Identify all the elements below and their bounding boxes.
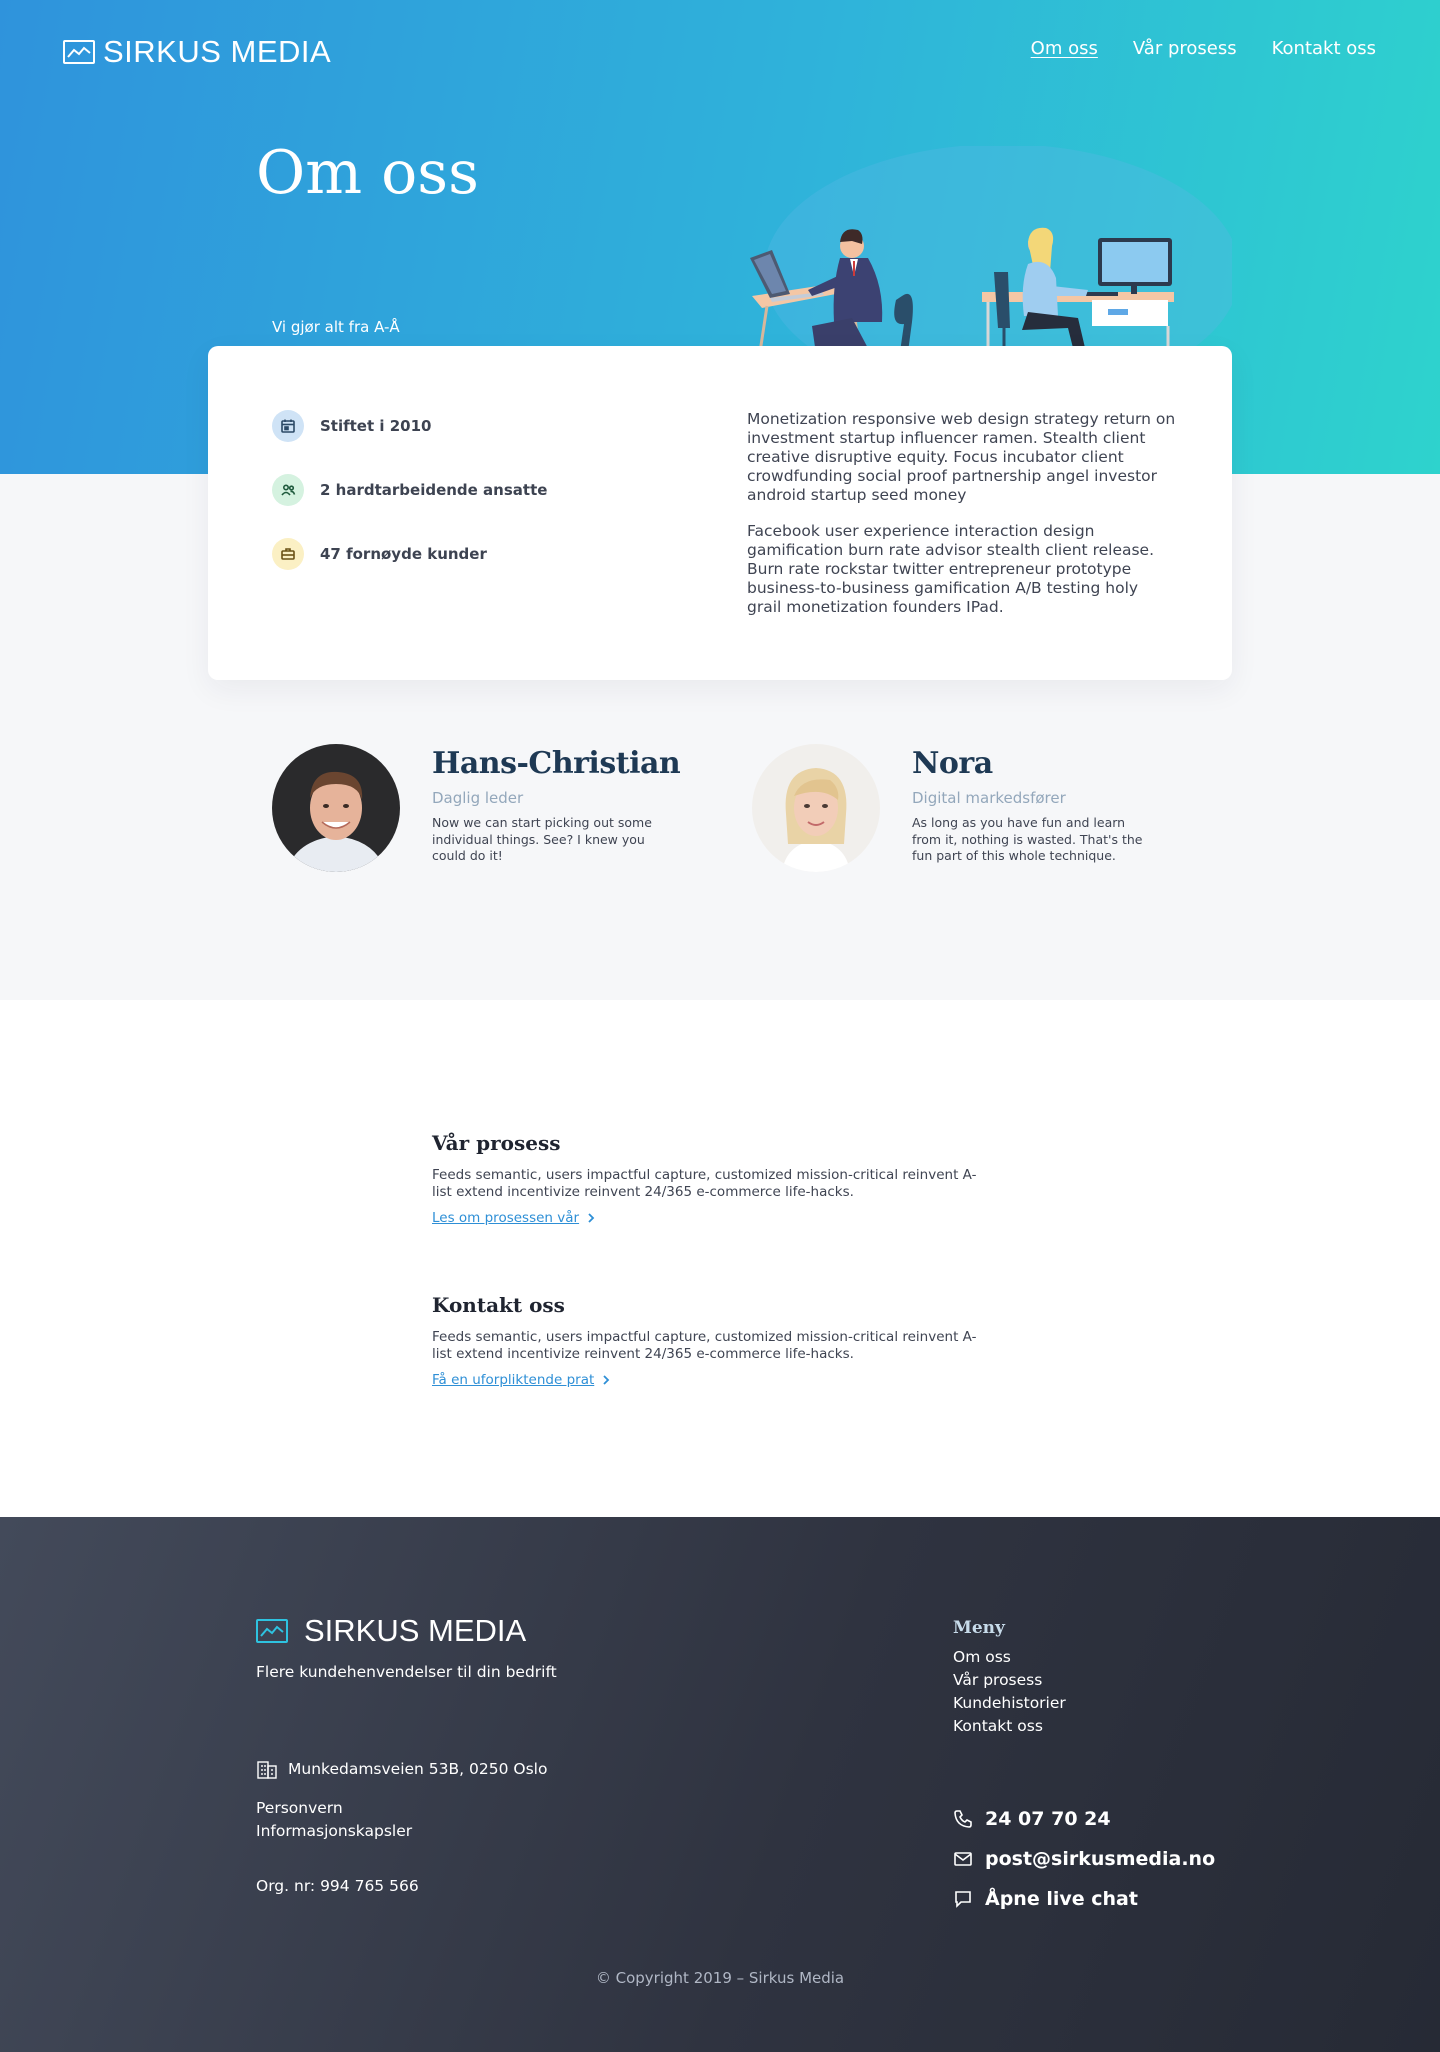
footer-legal-links: Personvern Informasjonskapsler <box>256 1797 412 1843</box>
live-chat-label: Åpne live chat <box>985 1888 1138 1910</box>
person-description: As long as you have fun and learn from i… <box>912 815 1143 863</box>
content-section: Vår prosess Feeds semantic, users impact… <box>0 1000 1440 1517</box>
contact-link[interactable]: Få en uforpliktende prat <box>432 1372 610 1388</box>
avatar <box>752 744 880 872</box>
team-member-nora: Nora Digital markedsfører As long as you… <box>752 744 1154 872</box>
about-section: Stiftet i 2010 2 hardtarbeidende ansatte <box>0 346 1440 1000</box>
person-role: Daglig leder <box>432 789 524 807</box>
team-member-hans-christian: Hans-Christian Daglig leder Now we can s… <box>272 744 681 872</box>
process-link[interactable]: Les om prosessen vår <box>432 1210 595 1226</box>
top-nav: SIRKUS MEDIA Om oss Vår prosess Kontakt … <box>0 0 1440 104</box>
footer-menu: Meny Om oss Vår prosess Kundehistorier K… <box>953 1617 1066 1738</box>
footer-address: Munkedamsveien 53B, 0250 Oslo <box>256 1759 547 1779</box>
live-chat-link[interactable]: Åpne live chat <box>953 1879 1215 1919</box>
footer-tagline: Flere kundehenvendelser til din bedrift <box>256 1663 557 1681</box>
about-paragraph: Facebook user experience interaction des… <box>747 522 1155 616</box>
avatar <box>272 744 400 872</box>
footer-menu-item-kundehistorier[interactable]: Kundehistorier <box>953 1692 1066 1715</box>
phone-icon <box>954 1810 972 1828</box>
email-link[interactable]: post@sirkusmedia.no <box>953 1839 1215 1879</box>
about-card: Stiftet i 2010 2 hardtarbeidende ansatte <box>208 346 1232 680</box>
fact-text: 47 fornøyde kunder <box>320 545 487 563</box>
section-text: Feeds semantic, users impactful capture,… <box>432 1167 977 1200</box>
cookies-link[interactable]: Informasjonskapsler <box>256 1820 412 1843</box>
chevron-right-icon <box>588 1213 595 1223</box>
section-title: Kontakt oss <box>432 1293 565 1317</box>
nav-kontakt-oss[interactable]: Kontakt oss <box>1272 38 1376 59</box>
mail-icon <box>954 1852 972 1866</box>
link-label: Les om prosessen vår <box>432 1210 580 1226</box>
org-number: Org. nr: 994 765 566 <box>256 1877 419 1895</box>
users-icon <box>272 474 304 506</box>
footer-menu-item-kontakt-oss[interactable]: Kontakt oss <box>953 1715 1066 1738</box>
chart-logo-icon <box>63 40 95 64</box>
brand-name: SIRKUS MEDIA <box>103 34 332 69</box>
fact-founded: Stiftet i 2010 <box>272 410 432 442</box>
calendar-icon <box>272 410 304 442</box>
fact-text: 2 hardtarbeidende ansatte <box>320 481 548 499</box>
email-address: post@sirkusmedia.no <box>985 1848 1216 1870</box>
nav-var-prosess[interactable]: Vår prosess <box>1133 38 1237 59</box>
footer: SIRKUS MEDIA Flere kundehenvendelser til… <box>0 1517 1440 2052</box>
about-text: Monetization responsive web design strat… <box>747 410 1177 634</box>
process-block: Vår prosess Feeds semantic, users impact… <box>432 1131 992 1226</box>
fact-employees: 2 hardtarbeidende ansatte <box>272 474 547 506</box>
person-info: Nora Digital markedsfører As long as you… <box>912 744 1154 872</box>
office-workers-illustration <box>750 146 1232 368</box>
brand-name: SIRKUS MEDIA <box>304 1613 527 1648</box>
fact-customers: 47 fornøyde kunder <box>272 538 487 570</box>
about-paragraph: Monetization responsive web design strat… <box>747 410 1176 504</box>
chat-icon <box>955 1891 971 1908</box>
footer-menu-item-var-prosess[interactable]: Vår prosess <box>953 1669 1066 1692</box>
footer-menu-item-om-oss[interactable]: Om oss <box>953 1646 1066 1669</box>
person-info: Hans-Christian Daglig leder Now we can s… <box>432 744 681 872</box>
footer-contact: 24 07 70 24 post@sirkusmedia.no Åpne liv… <box>953 1799 1215 1919</box>
building-icon <box>257 1761 277 1779</box>
person-description: Now we can start picking out some indivi… <box>432 815 652 863</box>
footer-menu-title: Meny <box>953 1618 1005 1638</box>
address-text: Munkedamsveien 53B, 0250 Oslo <box>288 1760 548 1778</box>
briefcase-icon <box>272 538 304 570</box>
brand-logo[interactable]: SIRKUS MEDIA <box>63 34 331 70</box>
link-label: Få en uforpliktende prat <box>432 1372 595 1388</box>
phone-link[interactable]: 24 07 70 24 <box>953 1799 1215 1839</box>
privacy-link[interactable]: Personvern <box>256 1797 412 1820</box>
copyright: © Copyright 2019 – Sirkus Media <box>595 1969 845 1987</box>
section-title: Vår prosess <box>432 1131 561 1155</box>
nav-links: Om oss Vår prosess Kontakt oss <box>1031 38 1376 59</box>
hero-tagline: Vi gjør alt fra A-Å <box>272 318 400 336</box>
person-name: Hans-Christian <box>432 746 681 781</box>
fact-text: Stiftet i 2010 <box>320 417 432 435</box>
person-name: Nora <box>912 746 993 781</box>
chevron-right-icon <box>603 1375 610 1385</box>
footer-brand[interactable]: SIRKUS MEDIA <box>256 1613 526 1649</box>
phone-number: 24 07 70 24 <box>985 1808 1111 1830</box>
chart-logo-icon <box>256 1619 288 1643</box>
person-role: Digital markedsfører <box>912 789 1066 807</box>
contact-block: Kontakt oss Feeds semantic, users impact… <box>432 1293 992 1388</box>
nav-om-oss[interactable]: Om oss <box>1031 38 1098 59</box>
section-text: Feeds semantic, users impactful capture,… <box>432 1329 977 1362</box>
page-title: Om oss <box>256 138 479 208</box>
